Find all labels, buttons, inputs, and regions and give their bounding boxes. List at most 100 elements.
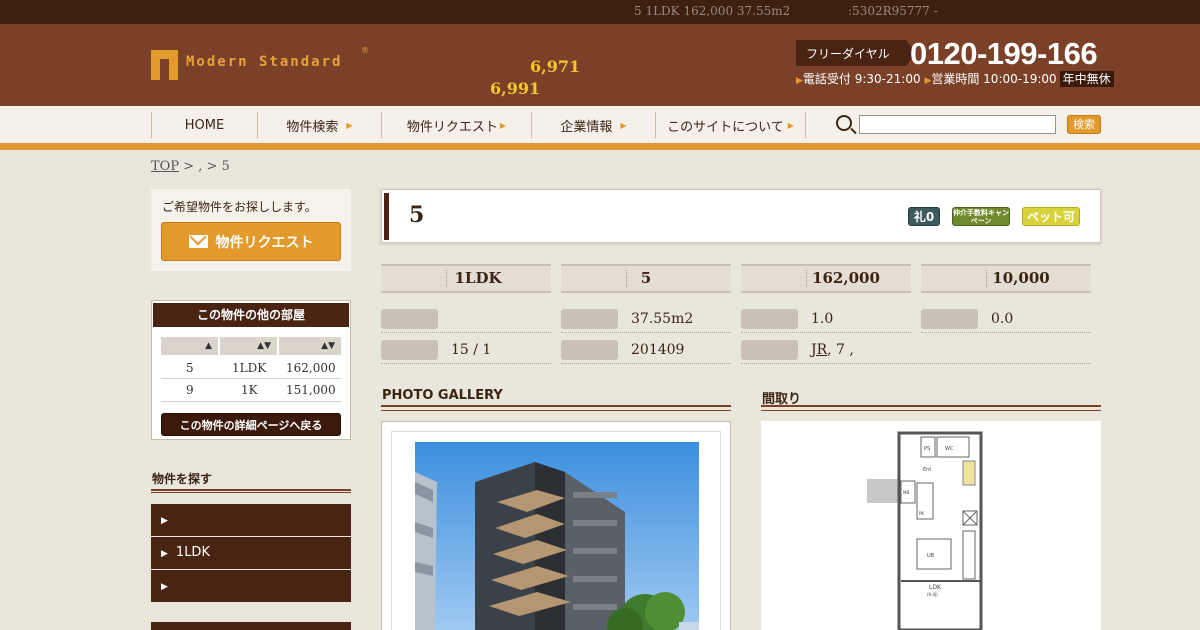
spec-label	[381, 340, 438, 360]
request-button-label: 物件リクエスト	[215, 234, 314, 251]
freedial-label: フリーダイヤル	[796, 40, 916, 66]
floorplan-image[interactable]: PS WC Ent MB PK UB LDK (9.4J)	[865, 431, 985, 630]
room-layout: 1LDK	[232, 361, 267, 375]
floorplan-ub-label: UB	[927, 553, 935, 559]
property-count-1: 6,971	[530, 57, 581, 76]
find-item[interactable]	[151, 622, 351, 630]
request-text: ご希望物件をお探しします。	[162, 200, 317, 214]
section-underline	[761, 405, 1101, 411]
spec-fee-value: 10,000	[992, 269, 1050, 287]
station-value: JR, 7 ,	[811, 342, 854, 358]
logo-text: Modern Standard	[186, 54, 343, 70]
sort-floor-header[interactable]: ▲	[161, 337, 218, 355]
spec-label	[741, 309, 798, 329]
spec-row: 15 / 1	[381, 340, 551, 364]
breadcrumb-top-link[interactable]: TOP	[151, 159, 179, 174]
business-hours: ▶電話受付 9:30-21:00 ▶営業時間 10:00-19:00 年中無休	[796, 70, 1114, 87]
find-item-1ldk[interactable]: ▶ 1LDK	[151, 537, 351, 569]
spec-floor-value: 5	[640, 269, 652, 287]
triangle-icon: ▶	[161, 582, 168, 592]
back-to-detail-button[interactable]: この物件の詳細ページへ戻る	[161, 413, 341, 436]
property-request-button[interactable]: 物件リクエスト	[161, 222, 341, 261]
chevron-right-icon: ▶	[620, 120, 627, 130]
nav-about[interactable]: このサイトについて ▶	[655, 112, 806, 138]
room-floor: 5	[186, 361, 194, 375]
commission-campaign-tag: 仲介手数料キャンペーン	[952, 207, 1010, 226]
nav-home[interactable]: HOME	[151, 112, 257, 138]
floorplan-ldk-size: (9.4J)	[927, 592, 938, 597]
sort-asc-icon: ▲	[205, 341, 212, 351]
photo-gallery-title: PHOTO GALLERY	[382, 388, 503, 403]
room-floor[interactable]: 9	[186, 383, 194, 397]
station-detail: , 7 ,	[827, 342, 854, 358]
other-rooms-title: この物件の他の部屋	[153, 303, 349, 327]
find-property-title: 物件を探す	[152, 472, 213, 486]
top-code-text: :5302R95777 -	[848, 4, 938, 18]
sort-rent-header[interactable]: ▲▼	[279, 337, 341, 355]
chevron-right-icon: ▶	[499, 120, 507, 130]
floorplan-ps-label: PS	[924, 446, 930, 452]
search-icon	[836, 115, 852, 131]
floorplan-wc-label: WC	[945, 446, 954, 452]
nav-property-search[interactable]: 物件検索 ▶	[257, 112, 381, 138]
section-underline	[151, 489, 351, 493]
find-item-label: 1LDK	[175, 545, 210, 560]
title-accent-bar	[384, 193, 389, 240]
no-key-money-tag: 礼0	[908, 207, 940, 226]
nav-property-request[interactable]: 物件リクエスト ▶	[381, 112, 531, 138]
business-hours-text: 営業時間 10:00-19:00	[931, 72, 1057, 86]
spec-label	[561, 340, 618, 360]
room-rent[interactable]: 151,000	[286, 383, 336, 397]
sort-layout-header[interactable]: ▲▼	[220, 337, 277, 355]
room-layout[interactable]: 1K	[241, 383, 258, 397]
registered-mark: ®	[361, 46, 369, 55]
spec-label	[561, 309, 618, 329]
spec-label	[381, 309, 438, 329]
building-photo[interactable]	[415, 442, 699, 630]
envelope-icon	[188, 235, 208, 248]
spec-layout-value: 1LDK	[454, 269, 502, 287]
floorplan-mb-label: MB	[903, 490, 909, 495]
nav-company[interactable]: 企業情報 ▶	[531, 112, 655, 138]
spec-row: JR, 7 ,	[741, 340, 1091, 364]
floorplan-entrance-label: Ent	[923, 467, 931, 473]
station-line-link[interactable]: JR	[811, 342, 827, 358]
floorplan-ldk-label: LDK	[929, 584, 942, 591]
site-logo[interactable]: Modern Standard ®	[151, 46, 371, 82]
search-input[interactable]	[859, 115, 1056, 134]
pets-allowed-tag: ペット可	[1022, 207, 1080, 226]
find-item[interactable]: ▶	[151, 570, 351, 602]
spec-row	[381, 309, 551, 333]
phone-number[interactable]: 0120-199-166	[910, 36, 1098, 72]
search-button[interactable]: 検索	[1067, 115, 1101, 134]
row-divider	[161, 401, 341, 402]
spec-row: 1.0	[741, 309, 911, 333]
top-info-strip: 5 1LDK 162,000 37.55m2 :5302R95777 -	[0, 0, 1200, 24]
chevron-right-icon: ▶	[346, 120, 353, 130]
spec-floor: 5	[561, 264, 731, 293]
sort-both-icon: ▲▼	[321, 341, 335, 351]
deposit-value: 1.0	[811, 311, 834, 327]
find-item[interactable]: ▶	[151, 504, 351, 536]
area-value: 37.55m2	[631, 311, 694, 327]
chevron-right-icon: ▶	[787, 120, 794, 130]
spec-rent-value: 162,000	[812, 269, 880, 287]
row-divider	[161, 378, 341, 379]
nav-about-label: このサイトについて	[667, 119, 784, 135]
spec-row: 37.55m2	[561, 309, 731, 333]
floorplan-pk-label: PK	[919, 511, 924, 516]
nav-search-label: 物件検索	[286, 119, 339, 135]
triangle-icon: ▶	[161, 549, 168, 559]
nav-accent-line	[0, 143, 1200, 150]
nav-request-label: 物件リクエスト	[406, 119, 498, 135]
top-summary-text: 5 1LDK 162,000 37.55m2	[634, 4, 791, 18]
section-underline	[381, 405, 731, 411]
breadcrumb-trail: > , > 5	[179, 159, 230, 174]
sort-both-icon: ▲▼	[257, 341, 271, 351]
open-every-day-badge: 年中無休	[1059, 71, 1114, 87]
triangle-icon: ▶	[796, 76, 803, 86]
reception-hours: 電話受付 9:30-21:00	[802, 72, 921, 86]
spec-rent: 162,000	[741, 264, 911, 293]
key-money-value: 0.0	[991, 311, 1014, 327]
spec-row: 201409	[561, 340, 731, 364]
